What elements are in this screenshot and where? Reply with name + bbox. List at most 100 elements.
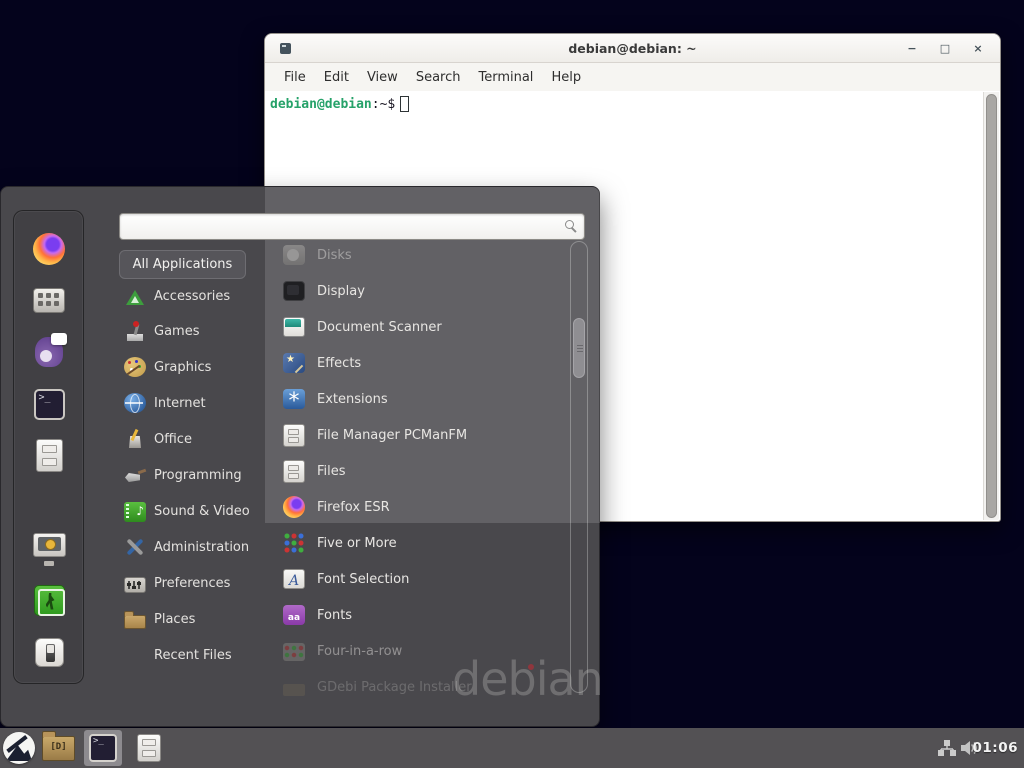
terminal-scrollbar-thumb[interactable] [986,94,997,518]
all-applications-label: All Applications [133,257,233,272]
category-label: Preferences [154,576,230,591]
file-cabinet-icon [283,424,305,447]
film-note-icon [124,502,146,522]
accessories-icon [124,285,146,307]
app-label: Four-in-a-row [317,644,402,659]
firefox-icon [33,233,65,265]
menu-search[interactable]: Search [407,70,470,85]
menu-scrollbar[interactable] [570,241,588,693]
color-dots-grid-icon [283,532,305,554]
category-places[interactable]: Places [119,602,269,636]
app-four-in-a-row[interactable]: Four-in-a-row [283,634,561,668]
pidgin-icon [35,337,63,367]
terminal-cursor [400,96,409,112]
firefox-icon [283,496,305,518]
monitor-dark-icon [283,281,305,301]
category-graphics[interactable]: Graphics [119,350,269,384]
app-document-scanner[interactable]: Document Scanner [283,310,561,344]
terminal-titlebar[interactable]: debian@debian: ~ − □ × [265,34,1000,63]
app-display[interactable]: Display [283,274,561,308]
category-label: Programming [154,468,242,483]
category-games[interactable]: Games [119,314,269,348]
sidebar-typewriter-icon[interactable] [31,282,67,318]
category-recent-files[interactable]: Recent Files [119,638,269,672]
sidebar-files-icon[interactable] [31,437,67,473]
app-label: GDebi Package Installer [317,680,472,695]
close-button[interactable]: × [972,42,984,55]
menu-view[interactable]: View [358,70,407,85]
log-out-icon [34,585,65,616]
app-five-or-more[interactable]: Five or More [283,526,561,560]
disk-drive-icon [283,245,305,265]
category-label: Sound & Video [154,504,250,519]
network-icon[interactable] [938,740,956,760]
terminal-icon [34,389,65,420]
minimize-button[interactable]: − [906,42,918,55]
category-label: Recent Files [154,648,232,663]
sidebar-logout-icon[interactable] [31,582,67,618]
category-accessories[interactable]: Accessories [119,279,269,313]
category-preferences[interactable]: Preferences [119,566,269,600]
sidebar-terminal-icon[interactable] [31,386,67,422]
category-label: Office [154,432,192,447]
category-programming[interactable]: Programming [119,458,269,492]
category-internet[interactable]: Internet [119,386,269,420]
taskbar: [D] 01:06 [0,728,1024,768]
menu-help[interactable]: Help [542,70,590,85]
menu-button[interactable] [3,732,35,764]
category-office[interactable]: Office [119,422,269,456]
file-cabinet-icon [36,439,63,472]
app-label: Document Scanner [317,320,442,335]
app-extensions[interactable]: Extensions [283,382,561,416]
app-label: Display [317,284,365,299]
crossed-tools-icon [124,536,146,558]
desktop: debian@debian: ~ − □ × File Edit View Se… [0,0,1024,768]
all-applications-button[interactable]: All Applications [119,250,246,279]
terminal-scrollbar[interactable] [983,92,999,520]
app-file-manager-pcmanfm[interactable]: File Manager PCManFM [283,418,561,452]
app-label: Extensions [317,392,388,407]
scanner-icon [283,317,305,337]
app-font-selection[interactable]: Font Selection [283,562,561,596]
prompt-suffix: :~$ [372,97,395,112]
app-fonts[interactable]: Fonts [283,598,561,632]
file-manager-launcher[interactable]: [D] [42,736,75,761]
terminal-task-button[interactable] [84,730,122,766]
app-firefox-esr[interactable]: Firefox ESR [283,490,561,524]
sidebar-firefox-icon[interactable] [31,231,67,267]
prompt-user-host: debian@debian [270,97,372,112]
fonts-purple-icon [283,605,305,625]
category-label: Places [154,612,195,627]
sidebar-pidgin-icon[interactable] [31,334,67,370]
joystick-icon [124,320,146,342]
maximize-button[interactable]: □ [939,42,951,55]
shut-down-icon [35,638,64,667]
files-launcher[interactable] [137,734,161,762]
menu-terminal[interactable]: Terminal [469,70,542,85]
terminal-window-icon [280,43,291,54]
app-disks[interactable]: Disks [283,238,561,272]
search-input[interactable] [119,213,585,240]
dots-board-icon [283,643,305,661]
app-files[interactable]: Files [283,454,561,488]
terminal-menubar: File Edit View Search Terminal Help [265,63,1000,91]
empty-icon [124,644,146,666]
sidebar-shutdown-icon[interactable] [31,634,67,670]
category-sound-video[interactable]: Sound & Video [119,494,269,528]
taskbar-clock[interactable]: 01:06 [973,740,1018,756]
app-gdebi-package-installer[interactable]: GDebi Package Installer [283,670,561,704]
sidebar-lock-screen-icon[interactable] [31,530,67,566]
app-label: Five or More [317,536,397,551]
menu-file[interactable]: File [275,70,315,85]
category-label: Graphics [154,360,211,375]
app-effects[interactable]: Effects [283,346,561,380]
menu-edit[interactable]: Edit [315,70,358,85]
typewriter-icon [33,288,65,313]
menu-scrollbar-thumb[interactable] [573,318,585,378]
search-icon [565,220,574,229]
effects-star-icon [283,353,305,373]
category-label: Internet [154,396,206,411]
category-administration[interactable]: Administration [119,530,269,564]
menu-search [119,213,585,240]
globe-icon [124,393,146,413]
